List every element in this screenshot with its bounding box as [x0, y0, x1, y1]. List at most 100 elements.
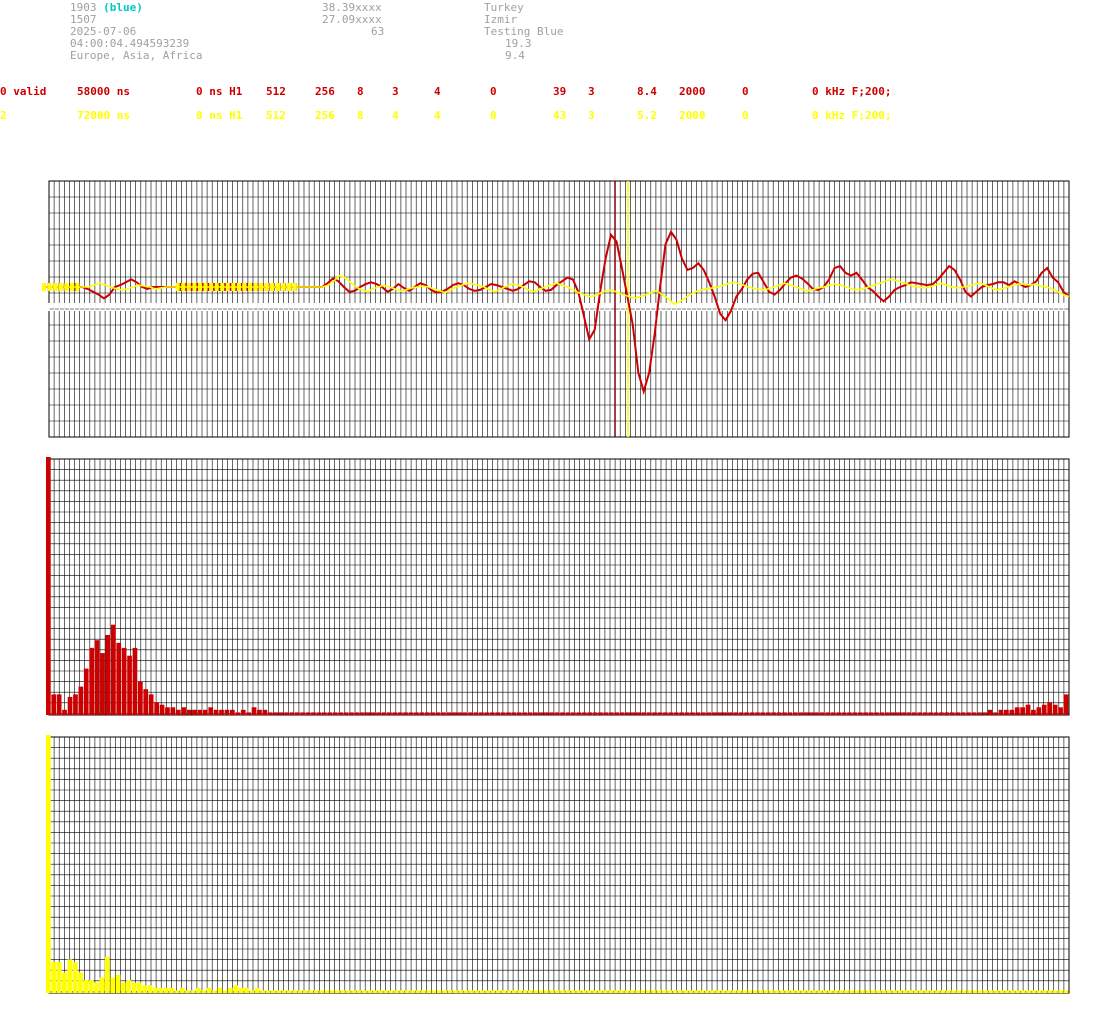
data-point — [47, 283, 52, 291]
spectrum-bar — [603, 712, 609, 715]
spectrum-bar — [490, 990, 496, 993]
spectrum-bar — [940, 990, 946, 993]
spectrum-bar — [865, 990, 871, 993]
spectrum-bar — [988, 990, 994, 993]
spectrum-bar — [1042, 990, 1047, 993]
spectrum-bar — [126, 980, 131, 993]
spectrum-bar — [533, 990, 539, 993]
spectrum-bar — [820, 712, 825, 715]
spectrum-bar — [192, 709, 197, 715]
spectrum-bar — [67, 959, 73, 993]
spectrum-bar — [776, 712, 782, 715]
spectrum-bar — [1036, 707, 1042, 715]
spectrum-bar — [469, 990, 474, 993]
spectrum-bar — [1025, 704, 1031, 715]
spectrum-bar — [844, 990, 849, 993]
spectrum-bar — [458, 990, 464, 993]
spectrum-bar — [830, 712, 836, 715]
spectrum-bar — [629, 990, 635, 993]
spectrum-bar — [919, 990, 924, 993]
data-point — [197, 283, 202, 291]
spectrum-bar — [667, 990, 672, 993]
spectrum-bar — [549, 712, 555, 715]
spectrum-bar — [544, 712, 549, 715]
spectrum-bar — [795, 990, 801, 993]
spectrum-bar — [983, 990, 988, 993]
spectrum-bar — [854, 990, 860, 993]
spectrum-bar — [1014, 707, 1020, 715]
data-point — [69, 283, 74, 291]
spectrum-bar — [838, 990, 844, 993]
spectrum-bar — [704, 990, 710, 993]
spectrum-bar — [935, 990, 940, 993]
spectrum-bar — [587, 712, 592, 715]
spectrum-bar — [944, 712, 950, 715]
spectrum-bar — [435, 712, 441, 715]
spectrum-bar — [359, 712, 365, 715]
spectrum-bar — [765, 712, 771, 715]
spectrum-bar — [474, 990, 480, 993]
spectrum-bar — [581, 990, 587, 993]
spectrum-bar — [798, 712, 804, 715]
spectrum-bar — [267, 712, 273, 715]
spectrum-bar — [420, 990, 426, 993]
data-point — [225, 283, 230, 291]
spectrum-bar — [683, 990, 689, 993]
spectrum-bar — [287, 990, 292, 993]
spectrum-bar — [100, 653, 105, 715]
spectrum-bar — [614, 712, 619, 715]
spectrum-bar — [945, 990, 951, 993]
spectrum-bar — [560, 990, 565, 993]
data-point — [236, 283, 241, 291]
spectrum-bar — [289, 712, 295, 715]
spectrum-bar — [656, 990, 662, 993]
spectrum-bar — [554, 990, 560, 993]
spectrum-bar — [233, 985, 239, 993]
spectrum-bar — [276, 990, 281, 993]
spectrum-bar — [181, 707, 186, 715]
spectrum-bar — [78, 686, 84, 715]
spectrum-bar — [262, 709, 268, 715]
spectrum-bar — [217, 987, 223, 993]
spectrum-bar — [825, 712, 831, 715]
spectrum-bar — [598, 712, 603, 715]
spectrum-bar — [971, 712, 977, 715]
spectrum-bar — [457, 712, 463, 715]
data-point — [58, 283, 63, 291]
spectrum-bar — [966, 712, 971, 715]
spectrum-bar — [219, 709, 224, 715]
spectrum-bar — [560, 712, 565, 715]
spectrum-bar — [343, 712, 349, 715]
spectrum-bar — [576, 990, 581, 993]
spectrum-bar — [636, 712, 641, 715]
spectrum-bar — [138, 681, 143, 715]
spectrum-bar — [67, 696, 73, 715]
spectrum-bar — [338, 712, 343, 715]
spectrum-bar — [710, 990, 715, 993]
spectrum-bar — [206, 987, 212, 993]
spectrum-bar — [56, 962, 62, 993]
spectrum-bar — [879, 712, 885, 715]
spectrum-bar — [506, 990, 512, 993]
data-point — [214, 283, 219, 291]
data-point — [186, 283, 191, 291]
spectrum-bar — [1058, 990, 1063, 993]
spectrum-bar — [863, 712, 868, 715]
spectrum-bar — [731, 990, 737, 993]
spectrum-bar — [760, 712, 766, 715]
spectrum-bar — [694, 990, 699, 993]
spectrum-bar — [744, 712, 749, 715]
spectrum-bar — [335, 990, 340, 993]
spectrum-bar — [479, 990, 485, 993]
spectrum-bar — [538, 990, 544, 993]
spectrum-bar — [185, 990, 190, 993]
spectrum-bar — [273, 712, 278, 715]
spectrum-bar — [527, 712, 533, 715]
spectrum-bar — [603, 990, 608, 993]
spectrum-bar — [271, 990, 276, 993]
spectrum-bar — [999, 990, 1005, 993]
spectrum-bar — [329, 990, 335, 993]
data-point — [220, 283, 225, 291]
spectrum-bar — [203, 709, 208, 715]
spectrum-bar — [903, 990, 908, 993]
